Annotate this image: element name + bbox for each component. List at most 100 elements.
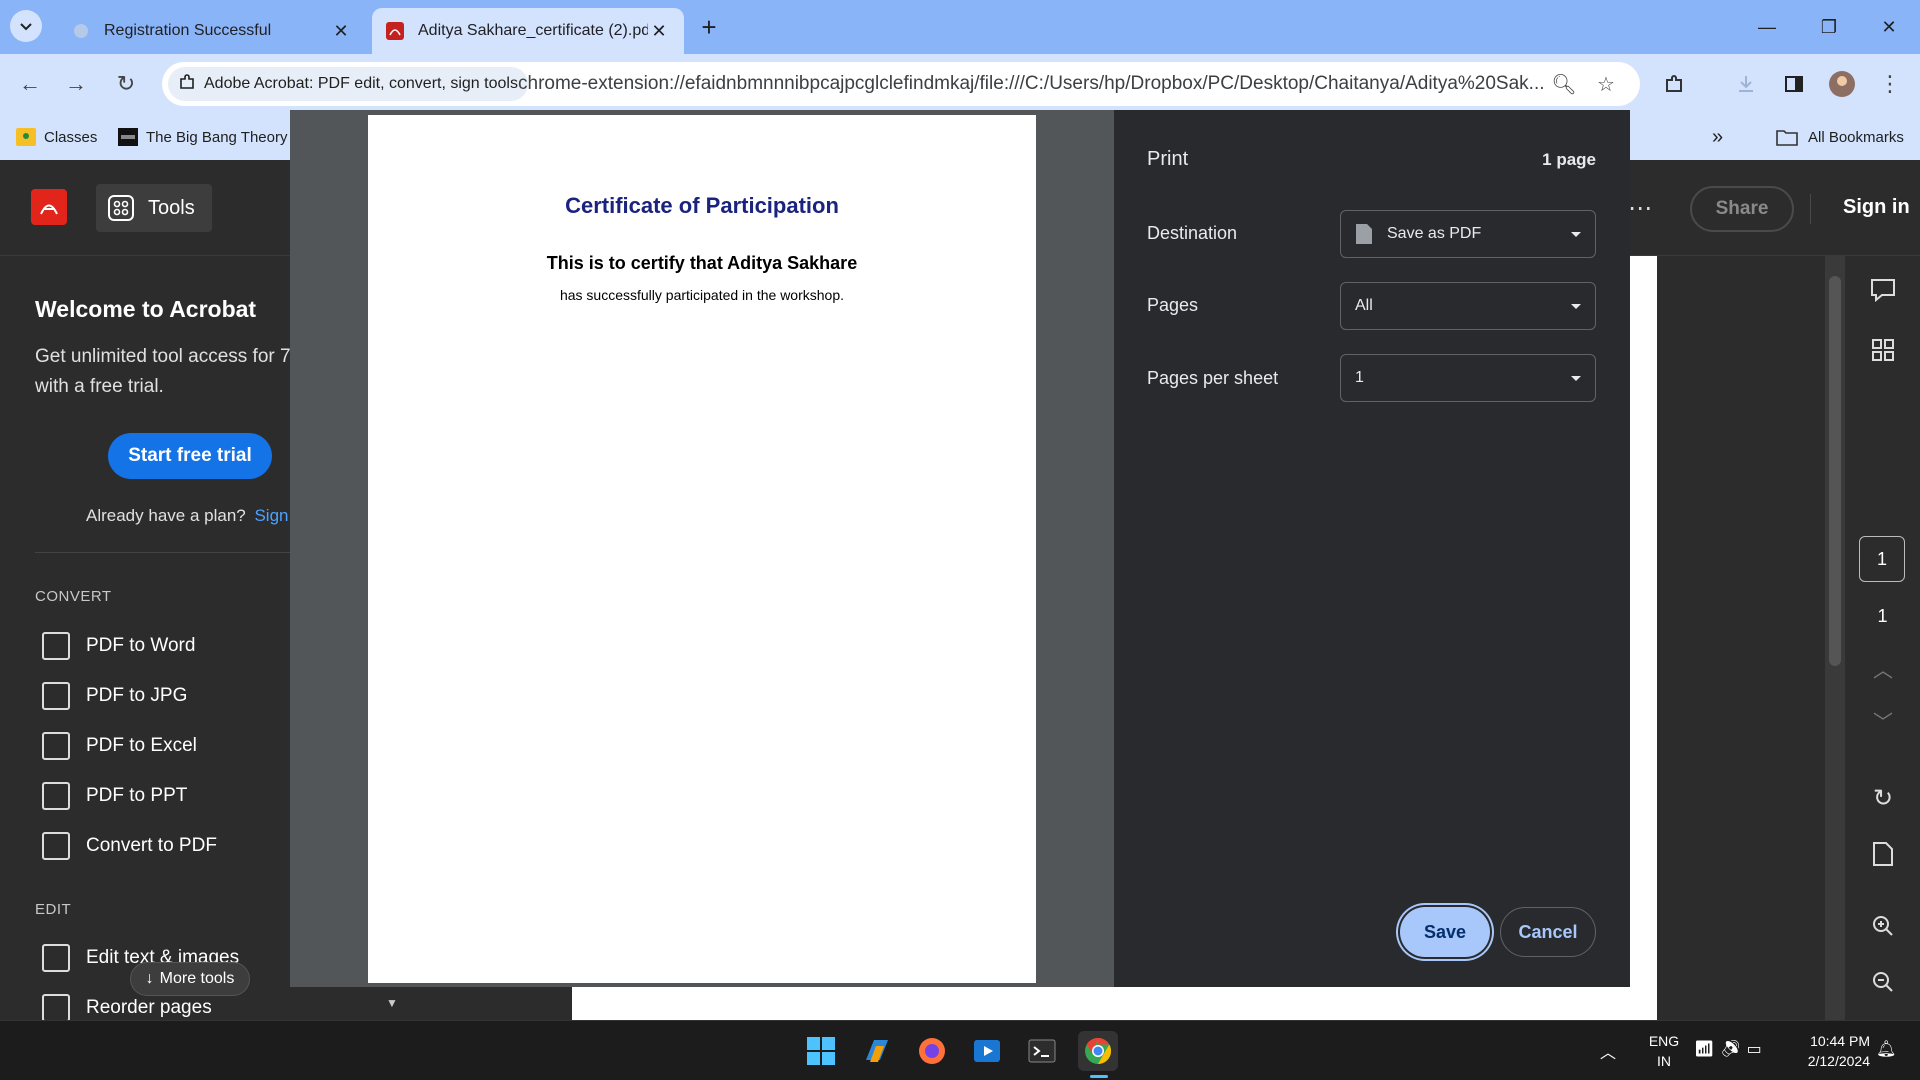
media-player-app[interactable] [967,1031,1007,1071]
document-scrollbar[interactable] [1825,256,1845,1020]
browser-tab-strip: Registration Successful ✕ Aditya Sakhare… [0,0,1920,54]
sidebar-item-pdf-to-word[interactable]: PDF to Word [42,626,195,666]
region-code: IN [1657,1053,1671,1069]
dropdown-arrow-icon [1571,303,1581,309]
more-tools-button[interactable]: ↓ More tools [130,962,250,996]
battery-icon: ▭ [1746,1041,1768,1058]
active-app-indicator [1090,1075,1108,1078]
copilot-app[interactable] [857,1031,897,1071]
minimize-button[interactable]: — [1744,10,1790,44]
more-options-icon[interactable]: ⋯ [1628,194,1652,223]
pages-select[interactable]: All [1340,282,1596,330]
sidebar-item-label: Reorder pages [86,997,212,1018]
notification-bell-icon[interactable]: 🔔︎ [1876,1039,1896,1059]
bookmark-label: Classes [44,128,98,146]
bookmark-big-bang[interactable]: The Big Bang Theory - [118,122,297,152]
firefox-app[interactable] [912,1031,952,1071]
certificate-line-2: has successfully participated in the wor… [559,287,845,303]
sidebar-item-pdf-to-jpg[interactable]: PDF to JPG [42,676,187,716]
more-menu-icon[interactable]: ⋮ [1872,66,1908,102]
tab-search-button[interactable] [10,10,42,42]
back-button[interactable]: ← [12,66,48,102]
previous-page-icon[interactable]: ︿ [1867,652,1899,684]
side-panel-icon[interactable] [1776,66,1812,102]
url-text[interactable]: chrome-extension://efaidnbmnnnibpcajpcgl… [518,62,1548,106]
terminal-icon [1028,1039,1056,1063]
download-icon[interactable] [1728,66,1764,102]
start-free-trial-button[interactable]: Start free trial [108,433,272,479]
arrow-down-icon: ↓ [145,970,154,987]
clock-date: 2/12/2024 [1807,1053,1870,1069]
address-bar[interactable]: Adobe Acrobat: PDF edit, convert, sign t… [162,62,1640,106]
page-number-input[interactable]: 1 [1859,536,1905,582]
dropdown-arrow-icon [1571,375,1581,381]
terminal-app[interactable] [1022,1031,1062,1071]
save-button[interactable]: Save [1400,907,1490,957]
print-settings-panel: Print 1 page Destination Save as PDF Pag… [1114,110,1630,987]
imdb-icon [118,128,138,146]
sidebar-item-pdf-to-ppt[interactable]: PDF to PPT [42,776,187,816]
acrobat-logo-icon[interactable] [31,189,67,225]
reload-button[interactable]: ↻ [108,66,144,102]
scroll-down-arrow-icon[interactable]: ▼ [386,996,398,1010]
document-margin [1657,256,1845,1020]
already-plan-text: Already have a plan? [86,506,246,525]
rotate-icon[interactable]: ↻ [1867,782,1899,814]
tab-title: Registration Successful [104,22,272,39]
star-icon[interactable]: ☆ [1590,68,1622,100]
all-bookmarks[interactable]: All Bookmarks [1776,122,1904,152]
system-tray[interactable]: 📶︎🔊︎▭ [1694,1039,1768,1059]
sidebar-item-pdf-to-excel[interactable]: PDF to Excel [42,726,197,766]
chrome-app[interactable] [1078,1031,1118,1071]
browser-toolbar: ← → ↻ Adobe Acrobat: PDF edit, convert, … [0,54,1920,114]
zoom-icon[interactable]: 🔍︎ [1548,68,1580,100]
pages-per-sheet-select[interactable]: 1 [1340,354,1596,402]
sidebar-item-convert-to-pdf[interactable]: Convert to PDF [42,826,217,866]
sign-in-button[interactable]: Sign in [1843,196,1910,219]
zoom-out-icon[interactable] [1867,966,1899,998]
restore-button[interactable]: ❐ [1806,10,1852,44]
pdf-to-excel-icon [42,732,70,760]
avatar[interactable] [1824,66,1860,102]
page-extract-icon[interactable] [1867,838,1899,870]
all-bookmarks-label: All Bookmarks [1808,128,1904,146]
windows-icon [807,1037,835,1065]
close-window-button[interactable]: ✕ [1866,10,1912,44]
tab-certificate-pdf[interactable]: Aditya Sakhare_certificate (2).pdf ✕ [372,8,684,54]
cancel-button[interactable]: Cancel [1500,907,1596,957]
globe-icon [72,22,90,40]
extension-chip[interactable]: Adobe Acrobat: PDF edit, convert, sign t… [168,67,528,101]
thumbnails-icon[interactable] [1867,334,1899,366]
bookmarks-overflow[interactable]: » [1712,122,1723,152]
document-icon [1356,224,1372,244]
forward-button[interactable]: → [58,66,94,102]
bookmark-classes[interactable]: Classes [16,122,97,152]
pages-value: All [1355,297,1373,314]
welcome-title: Welcome to Acrobat [35,296,257,322]
puzzle-icon [178,73,196,96]
destination-label: Destination [1147,223,1238,243]
close-tab-icon[interactable]: ✕ [648,20,670,42]
show-hidden-icons[interactable]: ︿ [1600,1039,1616,1063]
pdf-to-ppt-icon [42,782,70,810]
tools-button[interactable]: Tools [96,184,212,232]
comment-icon[interactable] [1867,274,1899,306]
edit-text-icon [42,944,70,972]
share-button[interactable]: Share [1690,186,1794,232]
new-tab-button[interactable]: + [694,12,724,42]
close-tab-icon[interactable]: ✕ [330,20,352,42]
scrollbar-thumb[interactable] [1829,276,1841,666]
language-indicator[interactable]: ENG IN [1644,1031,1684,1071]
clock[interactable]: 10:44 PM 2/12/2024 [1790,1031,1870,1071]
clock-time: 10:44 PM [1810,1033,1870,1049]
tab-title: Aditya Sakhare_certificate (2).pdf [418,22,648,39]
page-total: 1 [1877,606,1888,626]
start-button[interactable] [801,1031,841,1071]
destination-value: Save as PDF [1387,225,1482,242]
destination-select[interactable]: Save as PDF [1340,210,1596,258]
next-page-icon[interactable]: ﹀ [1867,704,1899,736]
header-divider [1810,194,1811,224]
zoom-in-icon[interactable] [1867,910,1899,942]
tab-registration[interactable]: Registration Successful ✕ [58,8,366,54]
extensions-icon[interactable] [1656,66,1692,102]
